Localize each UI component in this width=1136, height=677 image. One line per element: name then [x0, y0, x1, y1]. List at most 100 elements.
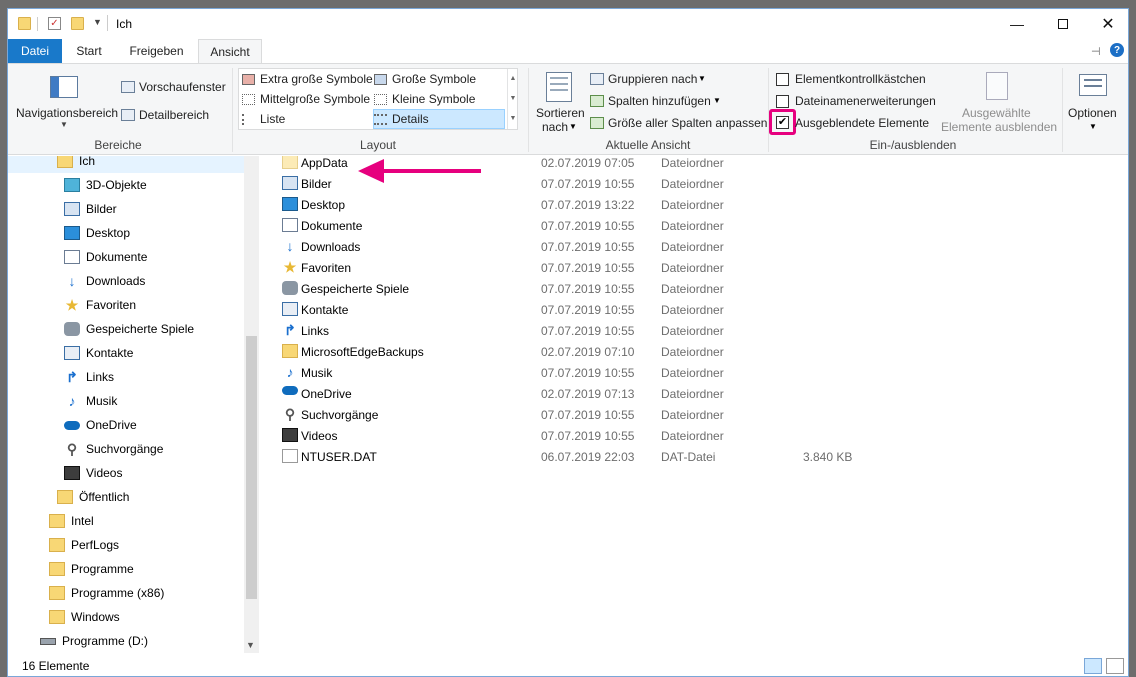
layout-details[interactable]: Details: [373, 109, 505, 129]
sort-button[interactable]: Sortieren: [536, 106, 585, 120]
nav-item-label: Intel: [71, 514, 94, 528]
extra-large-icons-icon: [242, 73, 255, 85]
table-row[interactable]: OneDrive 02.07.2019 07:13 Dateiordner: [260, 383, 1128, 404]
scroll-down-arrow[interactable]: ▼: [246, 640, 255, 650]
hide-selected-button-line2[interactable]: Elemente ausblenden: [941, 120, 1057, 134]
table-row[interactable]: ♪ Musik 07.07.2019 10:55 Dateiordner: [260, 362, 1128, 383]
nav-item[interactable]: Programme (x86): [8, 581, 244, 605]
chevron-down-icon[interactable]: ▼: [60, 120, 68, 129]
tab-datei[interactable]: Datei: [8, 39, 62, 63]
downloads-icon: ↓: [64, 273, 80, 289]
add-columns-button[interactable]: Spalten hinzufügen: [608, 94, 711, 108]
tab-start[interactable]: Start: [66, 39, 112, 63]
minimize-button[interactable]: —: [994, 9, 1040, 39]
item-checkboxes-checkbox[interactable]: [776, 73, 789, 86]
nav-item[interactable]: Videos: [8, 461, 244, 485]
divider: [1062, 68, 1063, 152]
large-icons-view-button[interactable]: [1106, 658, 1124, 674]
options-button[interactable]: Optionen: [1068, 106, 1117, 120]
hide-selected-button[interactable]: Ausgewählte: [962, 106, 1031, 120]
close-button[interactable]: ✕: [1085, 9, 1128, 39]
nav-item[interactable]: ⚲ Suchvorgänge: [8, 437, 244, 461]
nav-item[interactable]: ★ Favoriten: [8, 293, 244, 317]
nav-scrollbar[interactable]: ▼: [244, 156, 259, 653]
table-row[interactable]: Kontakte 07.07.2019 10:55 Dateiordner: [260, 299, 1128, 320]
star-icon: ★: [64, 296, 80, 313]
drive-icon: [40, 637, 56, 645]
chevron-down-icon[interactable]: ▼: [698, 74, 706, 83]
nav-item[interactable]: Programme: [8, 557, 244, 581]
table-row[interactable]: ↱ Links 07.07.2019 10:55 Dateiordner: [260, 320, 1128, 341]
preview-pane-button[interactable]: Vorschaufenster: [139, 80, 226, 94]
folder-icon: [18, 17, 31, 30]
layout-large[interactable]: Große Symbole: [374, 69, 502, 89]
nav-item[interactable]: Desktop: [8, 221, 244, 245]
sort-button-line2[interactable]: nach: [542, 120, 568, 134]
help-icon[interactable]: ?: [1110, 43, 1124, 57]
file-date: 02.07.2019 07:05: [541, 156, 635, 170]
layout-list[interactable]: Liste: [242, 109, 368, 129]
file-date: 02.07.2019 07:13: [541, 387, 635, 401]
nav-item[interactable]: ↓ Downloads: [8, 269, 244, 293]
nav-item[interactable]: ♪ Musik: [8, 389, 244, 413]
search-icon: ⚲: [282, 406, 298, 422]
chevron-down-icon[interactable]: ▼: [93, 17, 102, 27]
layout-scroll[interactable]: ▲ ▼ ▼: [507, 69, 518, 129]
details-pane-button[interactable]: Detailbereich: [139, 108, 209, 122]
nav-item[interactable]: ↱ Links: [8, 365, 244, 389]
table-row[interactable]: ★ Favoriten 07.07.2019 10:55 Dateiordner: [260, 257, 1128, 278]
item-checkboxes-label[interactable]: Elementkontrollkästchen: [795, 72, 926, 86]
search-icon: ⚲: [64, 441, 80, 457]
table-row[interactable]: Gespeicherte Spiele 07.07.2019 10:55 Datei…: [260, 278, 1128, 299]
hidden-items-label[interactable]: Ausgeblendete Elemente: [795, 116, 929, 130]
file-extensions-checkbox[interactable]: [776, 95, 789, 108]
nav-item[interactable]: Bilder: [8, 197, 244, 221]
properties-icon[interactable]: ✓: [48, 17, 61, 30]
item-count: 16 Elemente: [22, 659, 90, 673]
table-row[interactable]: ⚲ Suchvorgänge 07.07.2019 10:55 Dateiordner: [260, 404, 1128, 425]
table-row[interactable]: ↓ Downloads 07.07.2019 10:55 Dateiordner: [260, 236, 1128, 257]
table-row[interactable]: NTUSER.DAT 06.07.2019 22:03 DAT-Datei 3.840…: [260, 446, 1128, 467]
file-date: 07.07.2019 13:22: [541, 198, 635, 212]
table-row[interactable]: Dokumente 07.07.2019 10:55 Dateiordner: [260, 215, 1128, 236]
nav-item[interactable]: Kontakte: [8, 341, 244, 365]
group-by-button[interactable]: Gruppieren nach: [608, 72, 697, 86]
nav-item[interactable]: Gespeicherte Spiele: [8, 317, 244, 341]
layout-small[interactable]: Kleine Symbole: [374, 89, 502, 109]
scrollbar-thumb[interactable]: [246, 336, 257, 599]
table-row[interactable]: MicrosoftEdgeBackups 02.07.2019 07:10 Date…: [260, 341, 1128, 362]
navigation-pane-button[interactable]: Navigationsbereich: [16, 106, 118, 120]
file-extensions-label[interactable]: Dateinamenerweiterungen: [795, 94, 936, 108]
nav-item[interactable]: Ich: [8, 156, 244, 173]
tab-ansicht[interactable]: Ansicht: [198, 39, 262, 64]
new-folder-icon[interactable]: [71, 17, 84, 30]
chevron-down-icon[interactable]: ▼: [713, 96, 721, 105]
nav-item[interactable]: 3D-Objekte: [8, 173, 244, 197]
nav-item[interactable]: Programme (D:): [8, 629, 244, 653]
file-type: Dateiordner: [661, 219, 724, 233]
file-type: Dateiordner: [661, 240, 724, 254]
nav-item-label: Ich: [79, 156, 96, 168]
nav-item[interactable]: Dokumente: [8, 245, 244, 269]
layout-medium[interactable]: Mittelgroße Symbole: [242, 89, 372, 109]
size-columns-button[interactable]: Größe aller Spalten anpassen: [608, 116, 767, 130]
layout-extra-large[interactable]: Extra große Symbole: [242, 69, 373, 89]
table-row[interactable]: Videos 07.07.2019 10:55 Dateiordner: [260, 425, 1128, 446]
nav-item[interactable]: PerfLogs: [8, 533, 244, 557]
details-view-button[interactable]: [1084, 658, 1102, 674]
chevron-down-icon[interactable]: ▼: [1089, 122, 1097, 131]
pin-icon[interactable]: ⊣: [1091, 45, 1101, 58]
explorer-window: ✓ ▼ Ich — ✕ Datei Start Freigeben Ansich…: [7, 8, 1129, 677]
chevron-down-icon[interactable]: ▼: [569, 122, 577, 131]
nav-item[interactable]: Windows: [8, 605, 244, 629]
tab-freigeben[interactable]: Freigeben: [119, 39, 194, 63]
nav-item[interactable]: OneDrive: [8, 413, 244, 437]
nav-item[interactable]: Öffentlich: [8, 485, 244, 509]
table-row[interactable]: Desktop 07.07.2019 13:22 Dateiordner: [260, 194, 1128, 215]
contacts-icon: [282, 302, 298, 316]
hidden-items-checkbox[interactable]: ✔: [776, 116, 789, 129]
maximize-button[interactable]: [1040, 9, 1086, 39]
medium-icons-icon: [242, 93, 255, 105]
nav-item[interactable]: Intel: [8, 509, 244, 533]
table-row[interactable]: Bilder 07.07.2019 10:55 Dateiordner: [260, 173, 1128, 194]
